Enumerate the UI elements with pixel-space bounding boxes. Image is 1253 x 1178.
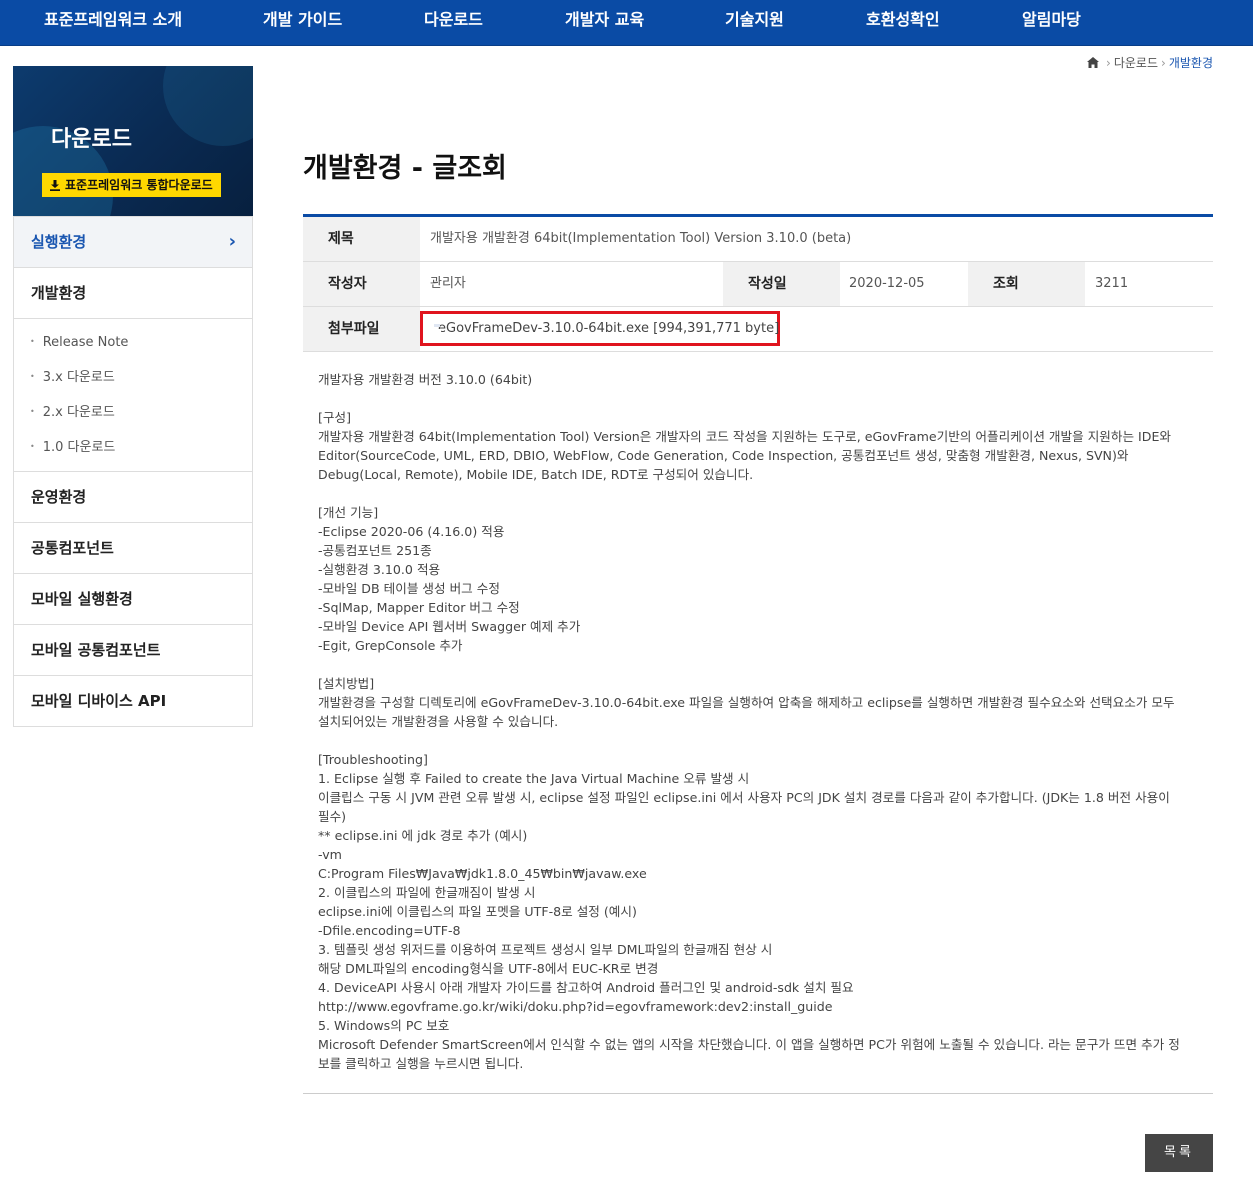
post-body-line: [Troubleshooting] <box>318 752 428 767</box>
banner-decoration <box>163 66 253 146</box>
sidebar-subitem-2x-download[interactable]: 2.x 다운로드 <box>14 395 252 430</box>
integrated-download-button[interactable]: 표준프레임워크 통합다운로드 <box>42 173 221 197</box>
attachment-filename: eGovFrameDev-3.10.0-64bit.exe [994,391,7… <box>438 321 780 336</box>
list-button[interactable]: 목록 <box>1145 1134 1213 1172</box>
sidebar-item-label: 모바일 디바이스 API <box>31 692 167 710</box>
post-body-line: eclipse.ini에 이클립스의 파일 포멧을 UTF-8로 설정 (예시) <box>318 904 637 919</box>
date-label: 작성일 <box>723 262 840 306</box>
post-body-line: 보를 클릭하고 실행을 누르시면 됩니다. <box>318 1056 524 1071</box>
sidebar-item-label: 실행환경 <box>31 233 87 251</box>
download-icon <box>50 179 60 191</box>
post-body-line: -Dfile.encoding=UTF-8 <box>318 923 461 938</box>
post-body-line: Debug(Local, Remote), Mobile IDE, Batch … <box>318 467 754 482</box>
sidebar-item-label: 모바일 공통컴포넌트 <box>31 641 161 659</box>
sidebar: 다운로드 표준프레임워크 통합다운로드 실행환경 › 개발환경 Release … <box>13 66 253 727</box>
sidebar-item-operation-env[interactable]: 운영환경 <box>14 471 252 522</box>
post-body-line: 개발환경을 구성할 디렉토리에 eGovFrameDev-3.10.0-64bi… <box>318 695 1175 710</box>
post-body-line: Microsoft Defender SmartScreen에서 인식할 수 없… <box>318 1037 1180 1052</box>
post-body-line <box>318 731 1198 750</box>
nav-item-tech-support[interactable]: 기술지원 <box>725 0 784 44</box>
sidebar-item-mobile-runtime[interactable]: 모바일 실행환경 <box>14 573 252 624</box>
post-body-line: 2. 이클립스의 파일에 한글깨짐이 발생 시 <box>318 885 536 900</box>
title-label: 제목 <box>303 217 420 261</box>
post-body-line: -Eclipse 2020-06 (4.16.0) 적용 <box>318 524 505 539</box>
post-body-line: [개선 기능] <box>318 505 379 520</box>
sidebar-item-label: 운영환경 <box>31 488 87 506</box>
chevron-right-icon: › <box>1161 55 1166 70</box>
post-body-line: C:Program Files₩Java₩jdk1.8.0_45₩bin₩jav… <box>318 866 647 881</box>
post-body-line: -Egit, GrepConsole 추가 <box>318 638 463 653</box>
sidebar-subitem-release-note[interactable]: Release Note <box>14 325 252 360</box>
post-body-line: -SqlMap, Mapper Editor 버그 수정 <box>318 600 520 615</box>
post-body-line: 개발자용 개발환경 64bit(Implementation Tool) Ver… <box>318 429 1171 444</box>
title-row: 제목 개발자용 개발환경 64bit(Implementation Tool) … <box>303 217 1213 262</box>
post-body-line: -공통컴포넌트 251종 <box>318 543 432 558</box>
post-body-line: 3. 템플릿 생성 위저드를 이용하여 프로젝트 생성시 일부 DML파일의 한… <box>318 942 773 957</box>
post-body-line: 5. Windows의 PC 보호 <box>318 1018 450 1033</box>
post-body-line: 설치되어있는 개발환경을 사용할 수 있습니다. <box>318 714 559 729</box>
post-body-line: -실행환경 3.10.0 적용 <box>318 562 441 577</box>
home-icon[interactable] <box>1087 57 1100 68</box>
post-info-table: 제목 개발자용 개발환경 64bit(Implementation Tool) … <box>303 214 1213 352</box>
page-title: 개발환경 - 글조회 <box>303 153 507 184</box>
post-body-line: [설치방법] <box>318 676 375 691</box>
post-body-line: 개발자용 개발환경 버전 3.10.0 (64bit) <box>318 372 533 387</box>
attachment-row: 첨부파일 eGovFrameDev-3.10.0-64bit.exe [994,… <box>303 307 1213 352</box>
post-body-line: -vm <box>318 847 342 862</box>
sidebar-item-mobile-device-api[interactable]: 모바일 디바이스 API <box>14 675 252 726</box>
post-author: 관리자 <box>430 276 466 291</box>
sidebar-item-label: 모바일 실행환경 <box>31 590 133 608</box>
chevron-right-icon: › <box>1106 55 1111 70</box>
sidebar-menu: 실행환경 › 개발환경 Release Note 3.x 다운로드 2.x 다운… <box>13 216 253 727</box>
nav-item-framework-intro[interactable]: 표준프레임워크 소개 <box>44 0 182 44</box>
meta-row: 작성자 관리자 작성일 2020-12-05 조회 3211 <box>303 262 1213 307</box>
post-body-line: [구성] <box>318 410 351 425</box>
breadcrumb-item-current[interactable]: 개발환경 <box>1169 54 1213 71</box>
post-title: 개발자용 개발환경 64bit(Implementation Tool) Ver… <box>430 231 852 246</box>
sidebar-subitem-10-download[interactable]: 1.0 다운로드 <box>14 430 252 465</box>
breadcrumb-item-download[interactable]: 다운로드 <box>1114 54 1158 71</box>
sidebar-item-common-component[interactable]: 공통컴포넌트 <box>14 522 252 573</box>
post-body-line: Editor(SourceCode, UML, ERD, DBIO, WebFl… <box>318 448 1129 463</box>
post-body-line: 1. Eclipse 실행 후 Failed to create the Jav… <box>318 771 750 786</box>
post-body-line: http://www.egovframe.go.kr/wiki/doku.php… <box>318 999 833 1014</box>
sidebar-item-mobile-common-component[interactable]: 모바일 공통컴포넌트 <box>14 624 252 675</box>
nav-item-download[interactable]: 다운로드 <box>424 0 483 44</box>
post-views: 3211 <box>1095 276 1129 291</box>
attachment-link[interactable]: eGovFrameDev-3.10.0-64bit.exe [994,391,7… <box>420 311 780 346</box>
sidebar-item-label: 공통컴포넌트 <box>31 539 114 557</box>
sidebar-item-label: 개발환경 <box>31 284 87 302</box>
integrated-download-label: 표준프레임워크 통합다운로드 <box>65 178 213 192</box>
post-body-line <box>318 389 1198 408</box>
nav-item-dev-guide[interactable]: 개발 가이드 <box>263 0 342 44</box>
breadcrumb: › 다운로드 › 개발환경 <box>1087 54 1213 71</box>
author-label: 작성자 <box>303 262 420 306</box>
post-body-line <box>318 484 1198 503</box>
post-body-line <box>318 655 1198 674</box>
nav-item-compatibility[interactable]: 호환성확인 <box>866 0 940 44</box>
nav-item-notice[interactable]: 알림마당 <box>1022 0 1081 44</box>
post-body-line: 필수) <box>318 809 347 824</box>
sidebar-item-dev-env[interactable]: 개발환경 <box>14 267 252 318</box>
post-body-line: -모바일 DB 테이블 생성 버그 수정 <box>318 581 500 596</box>
post-date: 2020-12-05 <box>849 276 925 291</box>
top-navigation: 표준프레임워크 소개 개발 가이드 다운로드 개발자 교육 기술지원 호환성확인… <box>0 0 1253 46</box>
attachment-label: 첨부파일 <box>303 307 420 351</box>
sidebar-submenu: Release Note 3.x 다운로드 2.x 다운로드 1.0 다운로드 <box>14 318 252 471</box>
post-body: 개발자용 개발환경 버전 3.10.0 (64bit) [구성] 개발자용 개발환경… <box>318 370 1198 1073</box>
post-body-line: 해당 DML파일의 encoding형식을 UTF-8에서 EUC-KR로 변경 <box>318 961 659 976</box>
sidebar-banner: 다운로드 표준프레임워크 통합다운로드 <box>13 66 253 216</box>
views-label: 조회 <box>968 262 1085 306</box>
sidebar-item-runtime[interactable]: 실행환경 › <box>14 216 252 267</box>
post-body-line: 이클립스 구동 시 JVM 관련 오류 발생 시, eclipse 설정 파일인… <box>318 790 1170 805</box>
post-body-line: ** eclipse.ini 에 jdk 경로 추가 (예시) <box>318 828 528 843</box>
chevron-right-icon: › <box>228 231 236 252</box>
sidebar-subitem-3x-download[interactable]: 3.x 다운로드 <box>14 360 252 395</box>
post-body-line: -모바일 Device API 웹서버 Swagger 예제 추가 <box>318 619 581 634</box>
divider <box>303 1093 1213 1094</box>
sidebar-title: 다운로드 <box>51 127 132 152</box>
post-body-line: 4. DeviceAPI 사용시 아래 개발자 가이드를 참고하여 Androi… <box>318 980 854 995</box>
nav-item-dev-education[interactable]: 개발자 교육 <box>565 0 644 44</box>
